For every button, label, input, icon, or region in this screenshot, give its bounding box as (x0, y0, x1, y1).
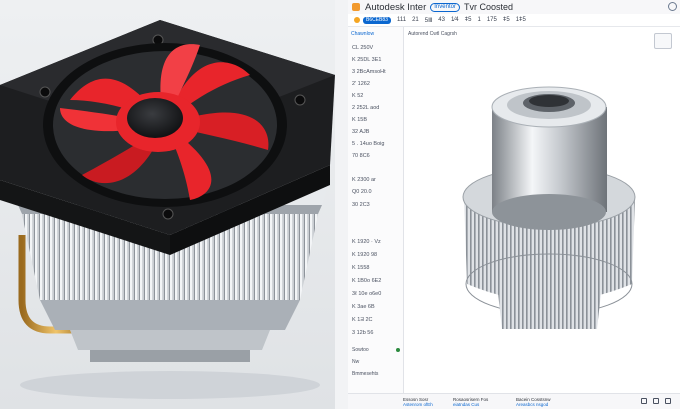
cpu-cooler-photo (0, 0, 335, 409)
app-logo-icon (352, 3, 360, 11)
status-dot-icon (396, 348, 400, 352)
view-cube-icon[interactable] (654, 33, 672, 49)
status-item[interactable]: Rosaosrisern Fos eiatndas Cus (453, 397, 488, 407)
browser-item[interactable]: K 15B (352, 117, 367, 123)
browser-item[interactable]: K 1B0o 6E2 (352, 278, 381, 284)
browser-item[interactable]: K 3ae 6B (352, 304, 375, 310)
browser-item[interactable]: Q0 20.0 (352, 189, 372, 195)
browser-item[interactable]: K 2300 ar (352, 177, 376, 183)
toolbar-badge[interactable]: B6CEB83 (363, 16, 391, 24)
browser-item[interactable]: 3ℓ 10e o6e0 (352, 291, 381, 297)
browser-item[interactable]: 3 12b 56 (352, 330, 373, 336)
browser-item[interactable]: 2' 1262 (352, 81, 370, 87)
graphics-canvas[interactable]: Autorend Cwtl Cagrsh (404, 27, 680, 393)
browser-item[interactable]: K 52 (352, 93, 363, 99)
app-title: Autodesk Inter (365, 1, 427, 13)
browser-item[interactable]: 32 AJB (352, 129, 369, 135)
browser-item[interactable]: K 1Ǝ 2C (352, 317, 372, 323)
toolbar-item[interactable]: 5Ⅲ (425, 17, 432, 24)
browser-option[interactable]: Nw (352, 359, 359, 365)
status-item[interactable]: Bacein Cosstsnw Areasbcs nsgod (516, 397, 551, 407)
toolbar-item[interactable]: 1ǂ5 (516, 17, 526, 23)
browser-header[interactable]: Chawnlow (351, 31, 374, 37)
title-bar: Autodesk Inter Inventor Tvr Coosted (348, 0, 680, 15)
browser-item[interactable]: 2 252L aod (352, 105, 379, 111)
toolbar-item[interactable]: ǂ5 (465, 17, 472, 23)
home-icon[interactable] (354, 17, 360, 23)
toolbar-item[interactable]: 111 (397, 17, 406, 23)
settings-icon[interactable] (665, 398, 671, 404)
cpu-cooler-illustration (0, 0, 335, 409)
browser-item[interactable]: CL 250V (352, 45, 373, 51)
status-sub: Astenrom ofEh (403, 402, 433, 407)
browser-item[interactable]: 3 2BcAmsoHt (352, 69, 386, 75)
status-sub: Areasbcs nsgod (516, 402, 549, 407)
model-browser: Chawnlow CL 250V K 25DL 3E1 3 2BcAmsoHt … (348, 27, 404, 393)
status-sub: eiatndas Cus (453, 402, 480, 407)
ribbon-toolbar: B6CEB83 111 21 5Ⅲ 43 1⁄4 ǂ5 1 175 ǂ5 1ǂ5 (348, 14, 680, 27)
toolbar-item[interactable]: 21 (412, 17, 419, 23)
product-tag[interactable]: Inventor (430, 2, 460, 12)
fit-view-icon[interactable] (653, 398, 659, 404)
account-icon[interactable] (668, 2, 677, 11)
heatsink-3d-model[interactable] (462, 79, 637, 349)
toolbar-item[interactable]: 1 (477, 17, 480, 23)
canvas-breadcrumb: Autorend Cwtl Cagrsh (408, 31, 457, 37)
cad-application-window: Autodesk Inter Inventor Tvr Coosted B6CE… (348, 0, 680, 409)
panel-divider (335, 0, 348, 409)
grid-icon[interactable] (641, 398, 647, 404)
browser-option[interactable]: Sowtoo (352, 347, 369, 353)
browser-item[interactable]: 70 8C6 (352, 153, 370, 159)
browser-item[interactable]: 5 . 14uo Boig (352, 141, 384, 147)
toolbar-item[interactable]: 175 (487, 17, 497, 23)
toolbar-item[interactable]: 1⁄4 (451, 17, 459, 23)
browser-option[interactable]: Bmmesehts (352, 371, 378, 377)
browser-item[interactable]: 30 2C3 (352, 202, 370, 208)
document-title: Tvr Coosted (463, 2, 513, 12)
browser-item[interactable]: K 1920 98 (352, 252, 377, 258)
browser-item[interactable]: K 1558 (352, 265, 369, 271)
toolbar-item[interactable]: ǂ5 (503, 17, 510, 23)
toolbar-item[interactable]: 43 (438, 17, 445, 23)
browser-item[interactable]: K 1920 · Vz (352, 239, 381, 245)
status-bar: Essosn Sosr Astenrom ofEh Rosaosrisern F… (348, 393, 680, 409)
status-item[interactable]: Essosn Sosr Astenrom ofEh (403, 397, 433, 407)
browser-item[interactable]: K 25DL 3E1 (352, 57, 381, 63)
